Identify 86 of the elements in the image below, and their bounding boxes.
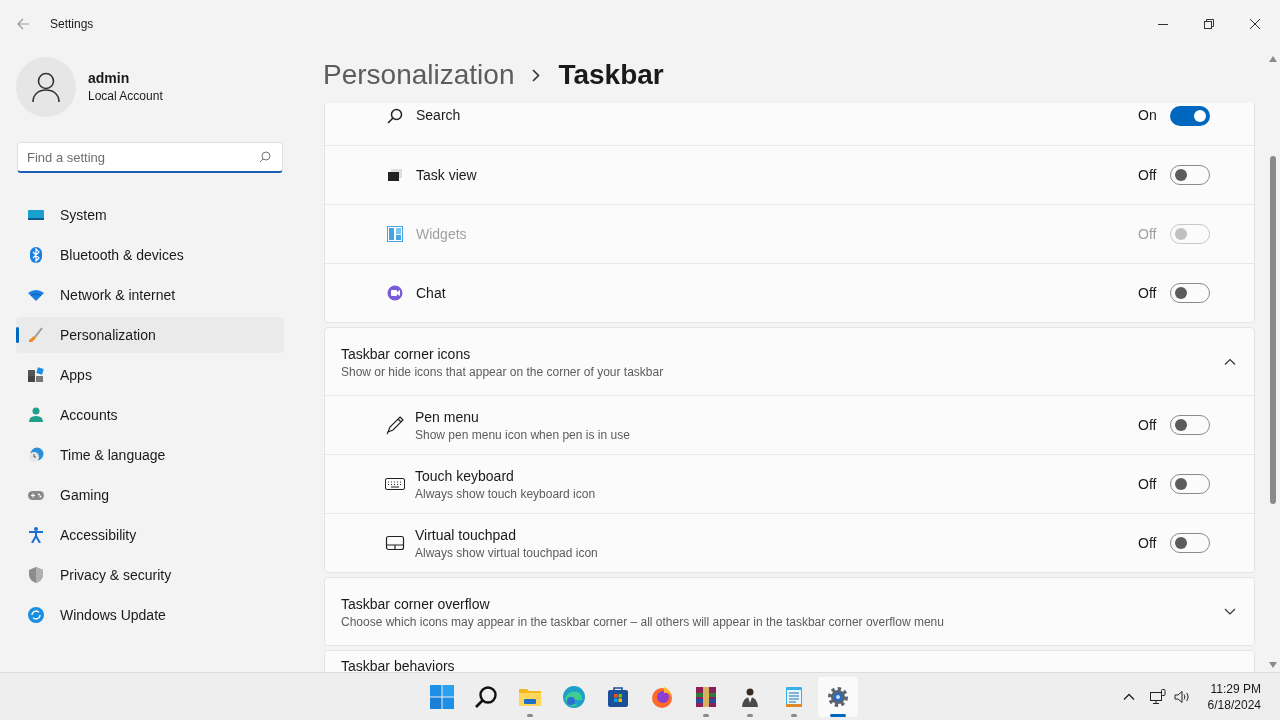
setting-description: Always show virtual touchpad icon [415,544,598,561]
setting-label: Virtual touchpad [415,525,517,545]
section-title: Taskbar corner overflow [341,594,491,614]
toggle-state: Off [1138,533,1158,553]
nav-item[interactable]: System [16,197,284,233]
touchpad-icon [385,533,405,553]
nav-item[interactable]: Windows Update [16,597,284,633]
toggle-state: Off [1138,283,1158,303]
setting-label: Widgets [416,224,467,244]
toggle-state: Off [1138,415,1158,435]
nav-item[interactable]: Apps [16,357,284,393]
restore-icon [1204,19,1214,29]
pen-icon [385,415,405,435]
gear-icon [826,685,850,709]
setting-description: Always show touch keyboard icon [415,485,596,502]
running-indicator [791,714,797,717]
toggle-state: Off [1138,165,1158,185]
back-arrow-icon[interactable] [17,18,30,30]
toggle-state: On [1138,106,1158,125]
section-description: Choose which icons may appear in the taskbar corner – all others will appear in the taskbar corner overflow menu [341,613,944,630]
monitor-icon [28,207,44,223]
nav-item[interactable]: Accessibility [16,517,284,553]
start-icon [430,685,454,709]
setting-label: Chat [416,283,446,303]
person-icon [28,407,44,423]
volume-icon[interactable] [1173,689,1190,704]
nav-item[interactable]: Network & internet [16,277,284,313]
scroll-down-icon[interactable] [1269,662,1277,668]
scrollbar-thumb[interactable] [1270,156,1276,504]
setting-label: Task view [416,165,477,185]
setting-label: Search [416,106,461,125]
chevron-up-icon[interactable] [1122,693,1135,700]
account-name: admin [88,69,131,87]
page-title: Taskbar [558,58,664,92]
setting-description: Show pen menu icon when pen is in use [415,426,630,443]
shield-icon [28,567,44,583]
toggle-state: Off [1138,224,1158,244]
minimize-icon [1158,23,1168,25]
paintbrush-icon [28,327,44,343]
nav-item[interactable]: Time & language [16,437,284,473]
chevron-up-icon[interactable] [1224,358,1236,365]
running-indicator [747,714,753,717]
clock-time[interactable]: 11:29 PM [1210,680,1261,697]
nav-item[interactable]: Privacy & security [16,557,284,593]
widgets-icon [387,226,403,242]
task-view-icon [387,167,403,183]
clock-date[interactable]: 6/18/2024 [1207,696,1261,713]
globe-clock-icon [28,447,44,463]
search-icon [387,107,403,124]
nav-item[interactable]: Personalization [16,317,284,353]
search-field[interactable]: Find a setting [17,142,283,173]
chat-icon [387,285,403,301]
expander-card[interactable]: Taskbar behaviors [324,650,1255,672]
section-title: Taskbar behaviors [341,658,455,672]
account-type: Local Account [88,88,163,105]
browser-icon [562,685,586,709]
close-icon [1250,19,1260,29]
toggle-state: Off [1138,474,1158,494]
archive-icon [694,685,718,709]
nav-item[interactable]: Gaming [16,477,284,513]
setting-label: Pen menu [415,407,480,427]
section-description: Show or hide icons that appear on the corner of your taskbar [341,363,664,380]
toggle-switch[interactable] [1170,105,1210,126]
apps-icon [28,367,44,383]
nav-item[interactable]: Accounts [16,397,284,433]
network-icon[interactable] [1149,688,1166,705]
setting-label: Touch keyboard [415,466,515,486]
window-title: Settings [50,16,94,33]
expander-card[interactable]: Taskbar corner overflow Choose which icons may appear in the taskbar corner – all others will appear in the taskbar corner overflow menu [324,577,1255,646]
fox-browser-icon [650,685,674,709]
running-indicator [830,714,846,717]
nav-item[interactable]: Bluetooth & devices [16,237,284,273]
search-icon [474,685,498,709]
scroll-up-icon[interactable] [1269,56,1277,62]
store-icon [606,685,630,709]
running-indicator [703,714,709,717]
update-icon [28,607,44,623]
search-icon [259,151,271,163]
bluetooth-icon [28,247,44,263]
accessibility-icon [28,527,44,543]
section-title: Taskbar corner icons [341,344,472,364]
breadcrumb-link[interactable]: Personalization [323,54,515,96]
chevron-right-icon [532,68,541,82]
wifi-icon [28,287,44,303]
chevron-down-icon[interactable] [1224,608,1236,615]
running-indicator [527,714,533,717]
